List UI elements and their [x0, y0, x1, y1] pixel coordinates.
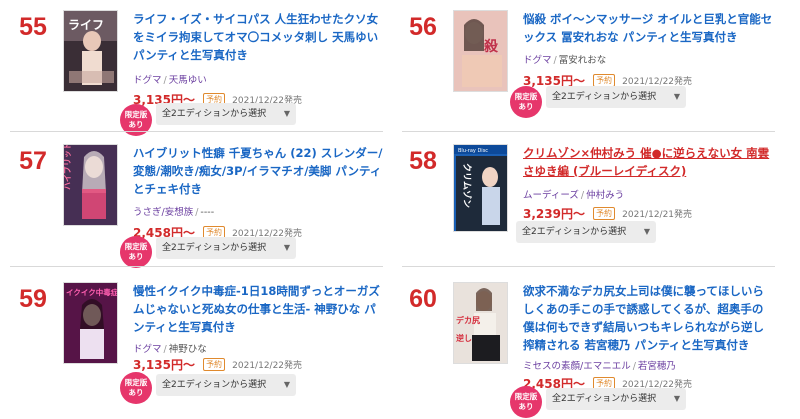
product-thumbnail[interactable]: デカ尻 逆し — [453, 282, 508, 364]
product-item-59: 59 イクイク中毒症 慢性イクイク中毒症-1日18時間ずっとオーガズムじゃないと… — [10, 280, 390, 410]
chevron-down-icon: ▼ — [673, 92, 680, 101]
maker-link[interactable]: ミセスの素顔/エマニエル — [523, 361, 631, 372]
actress-link[interactable]: 冨安れおな — [559, 55, 607, 66]
product-title-link[interactable]: 慢性イクイク中毒症-1日18時間ずっとオーガズムじゃないと死ぬ女の仕事と生活- … — [133, 282, 383, 338]
row-divider — [10, 266, 383, 267]
actress-link[interactable]: ---- — [200, 207, 214, 218]
product-meta: ドグマ / 冨安れおな — [523, 55, 607, 66]
product-title-link[interactable]: ハイブリット性癖 千夏ちゃん (22) スレンダー/変態/潮吹き/痴女/3P/イ… — [133, 144, 383, 200]
actress-link[interactable]: 若宮穂乃 — [638, 361, 676, 372]
actress-link[interactable]: 仲村みう — [586, 190, 624, 201]
release-date: 2021/12/21発売 — [622, 210, 693, 220]
svg-text:イクイク中毒症: イクイク中毒症 — [66, 287, 118, 297]
product-item-55: 55 ライフ ライフ・イズ・サイコパス 人生狂わせたクソ女をミイラ拘束してオマ〇… — [10, 8, 390, 138]
maker-link[interactable]: うさぎ/妄想族 — [133, 207, 193, 218]
actress-link[interactable]: 天馬ゆい — [169, 75, 207, 86]
maker-link[interactable]: ドグマ — [133, 75, 162, 86]
limited-edition-badge: 限定版 あり — [120, 236, 152, 268]
price: 3,239円〜 — [523, 207, 585, 221]
product-title-link[interactable]: クリムゾン×仲村みう 催●に逆らえない女 南雲さゆき編 (ブルーレイディスク) — [523, 144, 773, 182]
reserve-badge: 予約 — [593, 207, 616, 220]
svg-text:クリムゾン: クリムゾン — [461, 163, 473, 208]
limited-edition-badge: 限定版 あり — [510, 386, 542, 418]
reserve-badge: 予約 — [203, 358, 226, 371]
chevron-down-icon: ▼ — [283, 243, 290, 252]
row-divider — [402, 266, 775, 267]
product-meta: ムーディーズ / 仲村みう — [523, 190, 625, 201]
product-meta: ドグマ / 神野ひな — [133, 344, 207, 355]
rank-number: 59 — [19, 285, 47, 313]
rank-number: 55 — [19, 13, 47, 41]
price-row: 2,458円〜 予約 2021/12/22発売 — [523, 373, 692, 391]
product-meta: ドグマ / 天馬ゆい — [133, 75, 207, 86]
maker-link[interactable]: ドグマ — [523, 55, 552, 66]
product-thumbnail[interactable]: イクイク中毒症 — [63, 282, 118, 364]
chevron-down-icon: ▼ — [673, 394, 680, 403]
product-item-57: 57 ハイブリット ハイブリット性癖 千夏ちゃん (22) スレンダー/変態/潮… — [10, 142, 390, 272]
svg-text:ハイブリット: ハイブリット — [64, 145, 72, 190]
product-meta: うさぎ/妄想族 / ---- — [133, 207, 215, 218]
chevron-down-icon: ▼ — [283, 109, 290, 118]
rank-number: 57 — [19, 147, 47, 175]
row-divider — [402, 131, 775, 132]
svg-text:逆し: 逆し — [456, 333, 472, 343]
svg-text:ライフ: ライフ — [68, 18, 104, 32]
product-title-link[interactable]: 欲求不満なデカ尻女上司は僕に襲ってほしいらしくあの手この手で誘惑してくるが、超奥… — [523, 282, 773, 356]
edition-select[interactable]: 全2エディションから選択 ▼ — [516, 221, 656, 243]
rank-number: 58 — [409, 147, 437, 175]
price-row: 3,135円〜 予約 2021/12/22発売 — [133, 354, 303, 372]
product-title-link[interactable]: ライフ・イズ・サイコパス 人生狂わせたクソ女をミイラ拘束してオマ〇コメッタ刺し … — [133, 10, 383, 66]
product-meta: ミセスの素顔/エマニエル / 若宮穂乃 — [523, 361, 676, 372]
edition-select[interactable]: 全2エディションから選択 ▼ — [546, 86, 686, 108]
rank-number: 60 — [409, 285, 437, 313]
edition-select[interactable]: 全2エディションから選択 ▼ — [156, 103, 296, 125]
edition-select[interactable]: 全2エディションから選択 ▼ — [156, 237, 296, 259]
price-row: 3,239円〜 予約 2021/12/21発売 — [523, 203, 693, 221]
chevron-down-icon: ▼ — [283, 380, 290, 389]
product-thumbnail[interactable]: ライフ — [63, 10, 118, 92]
price-row: 2,458円〜 予約 2021/12/22発売 — [133, 222, 302, 240]
limited-edition-badge: 限定版 あり — [510, 86, 542, 118]
product-thumbnail[interactable]: Blu-ray Disc クリムゾン — [453, 144, 508, 232]
product-item-56: 56 殺 悩殺 ボイ〜ンマッサージ オイルと巨乳と官能セックス 冨安れおな パン… — [400, 8, 780, 138]
price: 3,135円〜 — [133, 358, 195, 372]
limited-edition-badge: 限定版 あり — [120, 372, 152, 404]
row-divider — [10, 131, 383, 132]
release-date: 2021/12/22発売 — [232, 361, 303, 371]
product-thumbnail[interactable]: 殺 — [453, 10, 508, 92]
svg-text:殺: 殺 — [483, 38, 499, 55]
product-title-link[interactable]: 悩殺 ボイ〜ンマッサージ オイルと巨乳と官能セックス 冨安れおな パンティと生写… — [523, 10, 773, 48]
edition-select[interactable]: 全2エディションから選択 ▼ — [546, 388, 686, 410]
maker-link[interactable]: ムーディーズ — [523, 190, 579, 201]
price-row: 3,135円〜 予約 2021/12/22発売 — [523, 70, 692, 88]
rank-number: 56 — [409, 13, 437, 41]
product-item-60: 60 デカ尻 逆し 欲求不満なデカ尻女上司は僕に襲ってほしいらしくあの手この手で… — [400, 280, 780, 418]
product-thumbnail[interactable]: ハイブリット — [63, 144, 118, 226]
product-item-58: 58 Blu-ray Disc クリムゾン クリムゾン×仲村みう 催●に逆らえな… — [400, 142, 780, 272]
edition-select[interactable]: 全2エディションから選択 ▼ — [156, 374, 296, 396]
svg-text:デカ尻: デカ尻 — [456, 315, 480, 325]
chevron-down-icon: ▼ — [643, 227, 650, 236]
svg-text:Blu-ray Disc: Blu-ray Disc — [458, 148, 488, 154]
